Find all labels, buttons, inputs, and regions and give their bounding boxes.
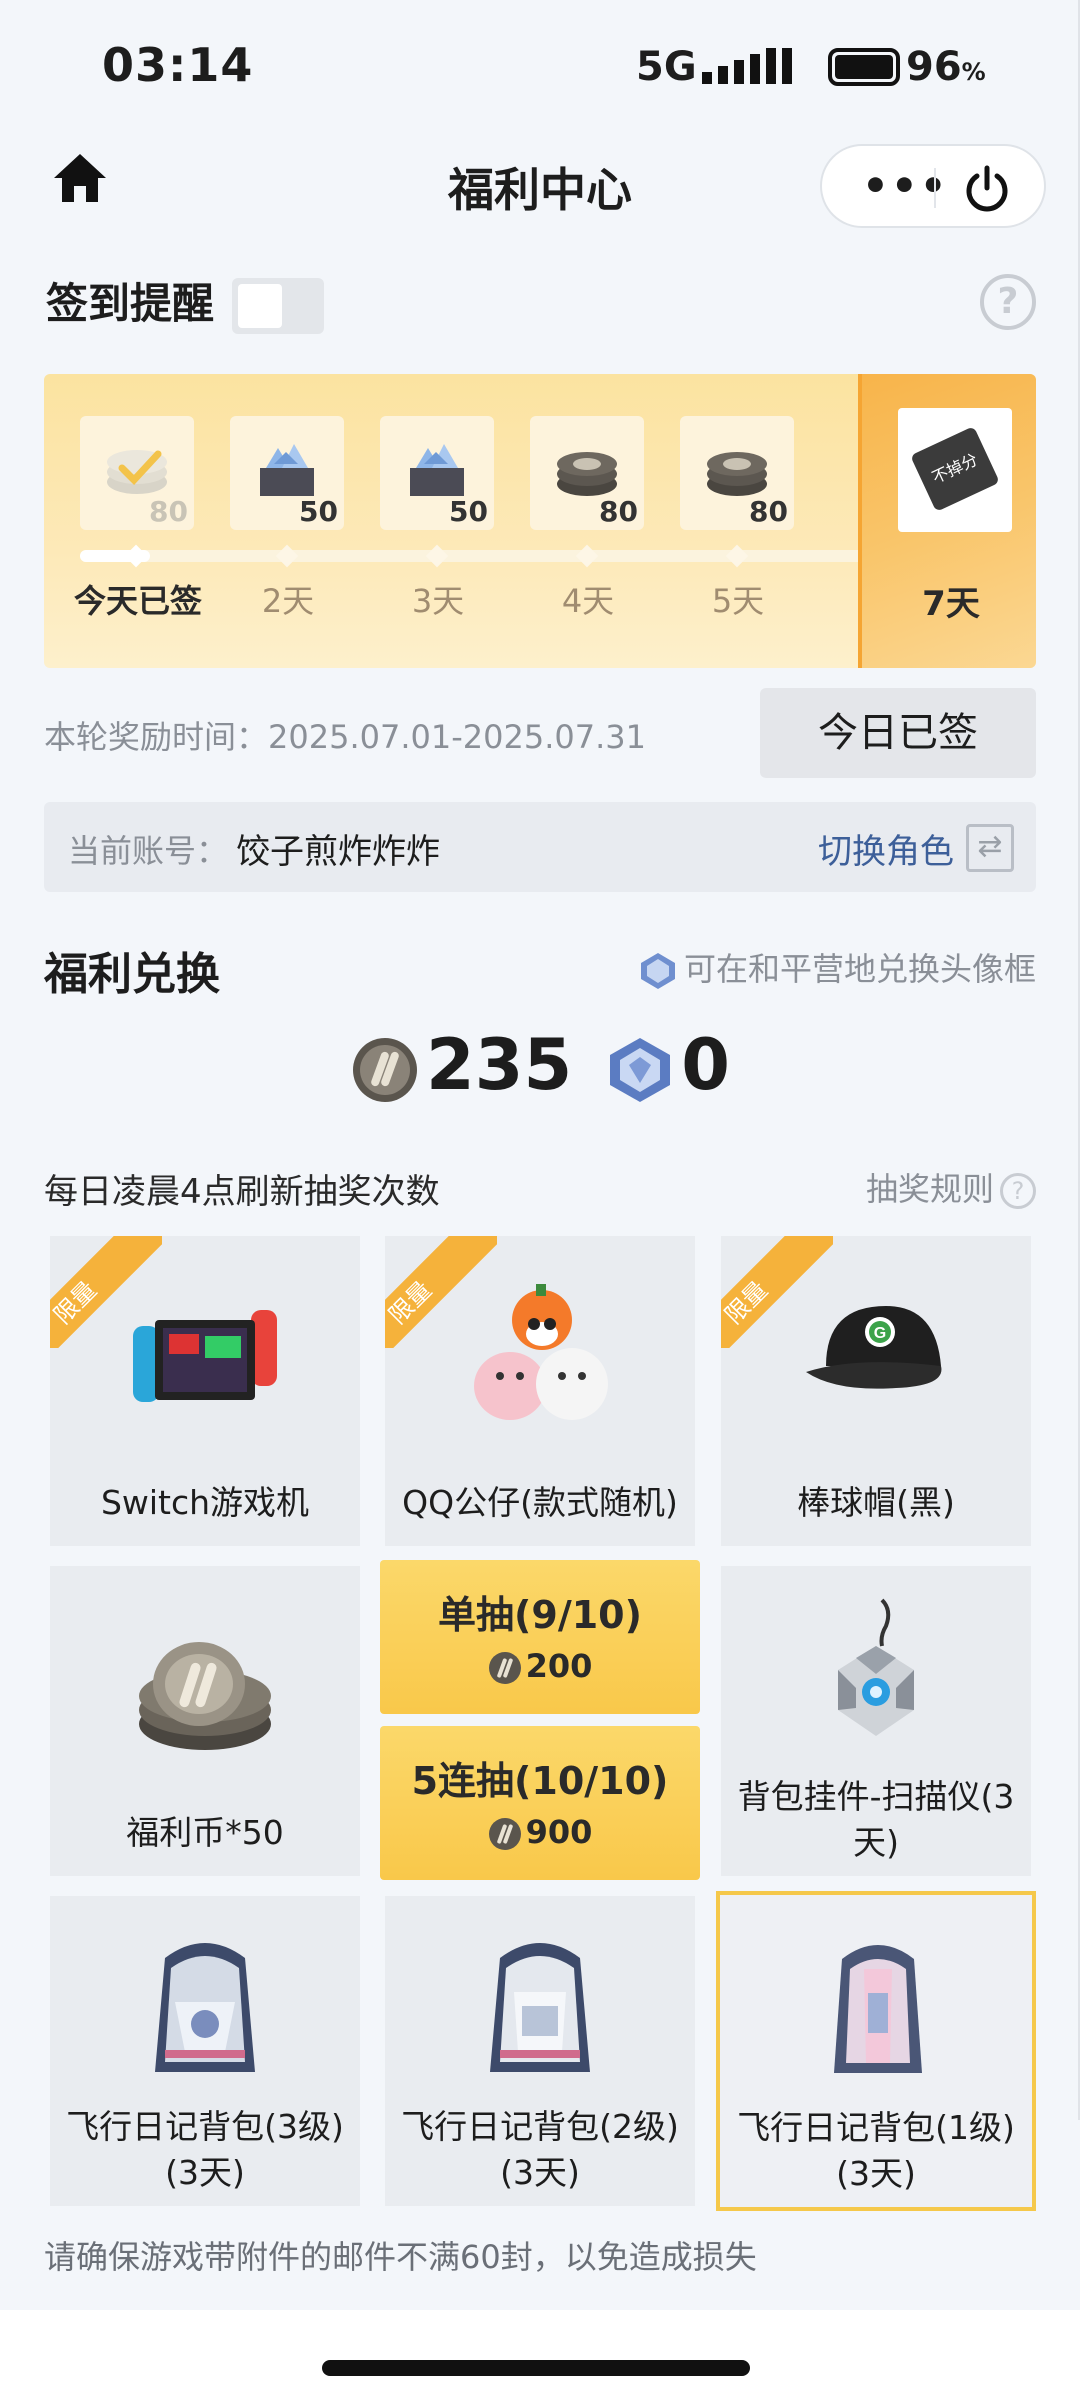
help-icon: ? [1000, 1173, 1036, 1209]
progress-dot [275, 544, 299, 568]
gem-icon [640, 953, 675, 989]
exchange-note: 可在和平营地兑换头像框 [638, 944, 1036, 991]
prize-label: 飞行日记背包(2级)(3天) [401, 2107, 679, 2192]
coin-stack-icon [557, 452, 617, 496]
coin-stack-icon [707, 452, 767, 496]
signin-day-2[interactable]: 50 [230, 416, 344, 530]
diamond-chest-icon [410, 444, 464, 496]
welfare-coin-icon [488, 1652, 521, 1684]
single-draw-label: 单抽(9/10) [438, 1593, 642, 1637]
single-draw-button[interactable]: 单抽(9/10) 200 [380, 1560, 700, 1714]
prize-label: 背包挂件-扫描仪(3天) [737, 1777, 1015, 1862]
gem-icon [610, 1037, 671, 1102]
exchange-title: 福利兑换 [44, 949, 220, 1000]
gem-balance: 0 [605, 1024, 730, 1106]
plush-toys-icon [474, 1284, 608, 1420]
prize-qq-plush[interactable]: 限量 QQ公仔(款式随机) [385, 1236, 695, 1546]
signed-today-button[interactable]: 今日已签 [760, 688, 1036, 778]
status-time: 03:14 [102, 38, 254, 92]
prize-label: 福利币*50 [126, 1813, 284, 1852]
mail-warning: 请确保游戏带附件的邮件不满60封，以免造成损失 [44, 2238, 757, 2276]
progress-dot [575, 544, 599, 568]
draw-rules-link[interactable]: 抽奖规则? [866, 1164, 1036, 1210]
signin-day-3[interactable]: 50 [380, 416, 494, 530]
day-label: 4天 [561, 582, 615, 620]
signin-reminder-label: 签到提醒 [46, 279, 215, 328]
progress-dot [124, 544, 148, 568]
backpack-icon [155, 1943, 255, 2072]
day-label: 5天 [711, 582, 765, 620]
network-type: 5G [636, 44, 697, 90]
signin-day-4[interactable]: 80 [530, 416, 644, 530]
mini-program-capsule: ••• [820, 144, 1046, 228]
account-name: 饺子煎炸炸炸 [236, 832, 440, 872]
welfare-coin-icon [488, 1818, 521, 1850]
signal-icon [702, 48, 792, 84]
refresh-note: 每日凌晨4点刷新抽奖次数 [44, 1172, 440, 1212]
single-draw-cost: 200 [380, 1647, 700, 1685]
baseball-cap-icon: G [806, 1306, 942, 1389]
signin-reminder-toggle[interactable] [232, 278, 324, 334]
signin-progress-bar [80, 550, 870, 562]
swap-icon[interactable]: ⇄ [966, 824, 1014, 872]
welfare-coin-icon [353, 1037, 418, 1102]
prize-label: Switch游戏机 [100, 1483, 310, 1522]
prize-scanner-charm[interactable]: 背包挂件-扫描仪(3天) [721, 1566, 1031, 1876]
day-label: 今天已签 [73, 582, 202, 620]
prize-label: 飞行日记背包(1级)(3天) [737, 2108, 1015, 2193]
home-indicator[interactable] [322, 2360, 750, 2376]
help-icon[interactable]: ? [980, 274, 1036, 330]
prize-backpack-lv2[interactable]: 飞行日记背包(2级)(3天) [385, 1896, 695, 2206]
battery-level: 96% [906, 44, 986, 90]
account-label: 当前账号： [68, 832, 229, 870]
multi-draw-label: 5连抽(10/10) [411, 1759, 669, 1803]
signin-day-1[interactable]: 80 [80, 416, 194, 530]
svg-text:G: G [874, 1325, 886, 1342]
multi-draw-button[interactable]: 5连抽(10/10) 900 [380, 1726, 700, 1880]
day-label: 7天 [922, 584, 980, 624]
game-console-icon [133, 1310, 277, 1402]
coin-stack-icon [139, 1642, 271, 1750]
status-bar: 03:14 5G 96% [0, 0, 1080, 130]
prize-welfare-coins[interactable]: 福利币*50 [50, 1566, 360, 1876]
prize-baseball-cap[interactable]: 限量 G 棒球帽(黑) [721, 1236, 1031, 1546]
progress-dot [425, 544, 449, 568]
signin-calendar: 80 50 50 80 80 今天已签 2天 3天 4天 5天 不掉分 7天 [44, 374, 1036, 668]
prize-backpack-lv1[interactable]: 飞行日记背包(1级)(3天) [716, 1891, 1036, 2211]
coin-stack-icon [107, 450, 167, 494]
balances: 235 0 [0, 1024, 1080, 1114]
battery-icon [828, 48, 900, 86]
backpack-icon [834, 1945, 922, 2073]
signin-day-5[interactable]: 80 [680, 416, 794, 530]
day-label: 2天 [261, 582, 315, 620]
prize-label: 飞行日记背包(3级)(3天) [66, 2107, 344, 2192]
no-penalty-card-icon: 不掉分 [910, 426, 1000, 512]
switch-role-link[interactable]: 切换角色 [818, 824, 954, 873]
day-label: 3天 [411, 582, 465, 620]
prize-label: 棒球帽(黑) [797, 1483, 955, 1522]
progress-dot [725, 544, 749, 568]
coin-balance: 235 [350, 1024, 572, 1106]
scanner-charm-icon [838, 1598, 914, 1736]
nav-bar: 福利中心 ••• [0, 130, 1080, 240]
diamond-chest-icon [260, 444, 314, 496]
prize-backpack-lv3[interactable]: 飞行日记背包(3级)(3天) [50, 1896, 360, 2206]
multi-draw-cost: 900 [380, 1813, 700, 1851]
reward-period: 本轮奖励时间：2025.07.01-2025.07.31 [44, 718, 646, 756]
account-row: 当前账号： 饺子煎炸炸炸 切换角色 ⇄ [44, 802, 1036, 892]
prize-switch[interactable]: 限量 Switch游戏机 [50, 1236, 360, 1546]
signin-day-7[interactable]: 不掉分 7天 [858, 374, 1036, 668]
backpack-icon [490, 1943, 590, 2072]
prize-label: QQ公仔(款式随机) [402, 1483, 678, 1522]
close-power-icon[interactable] [960, 162, 1014, 216]
